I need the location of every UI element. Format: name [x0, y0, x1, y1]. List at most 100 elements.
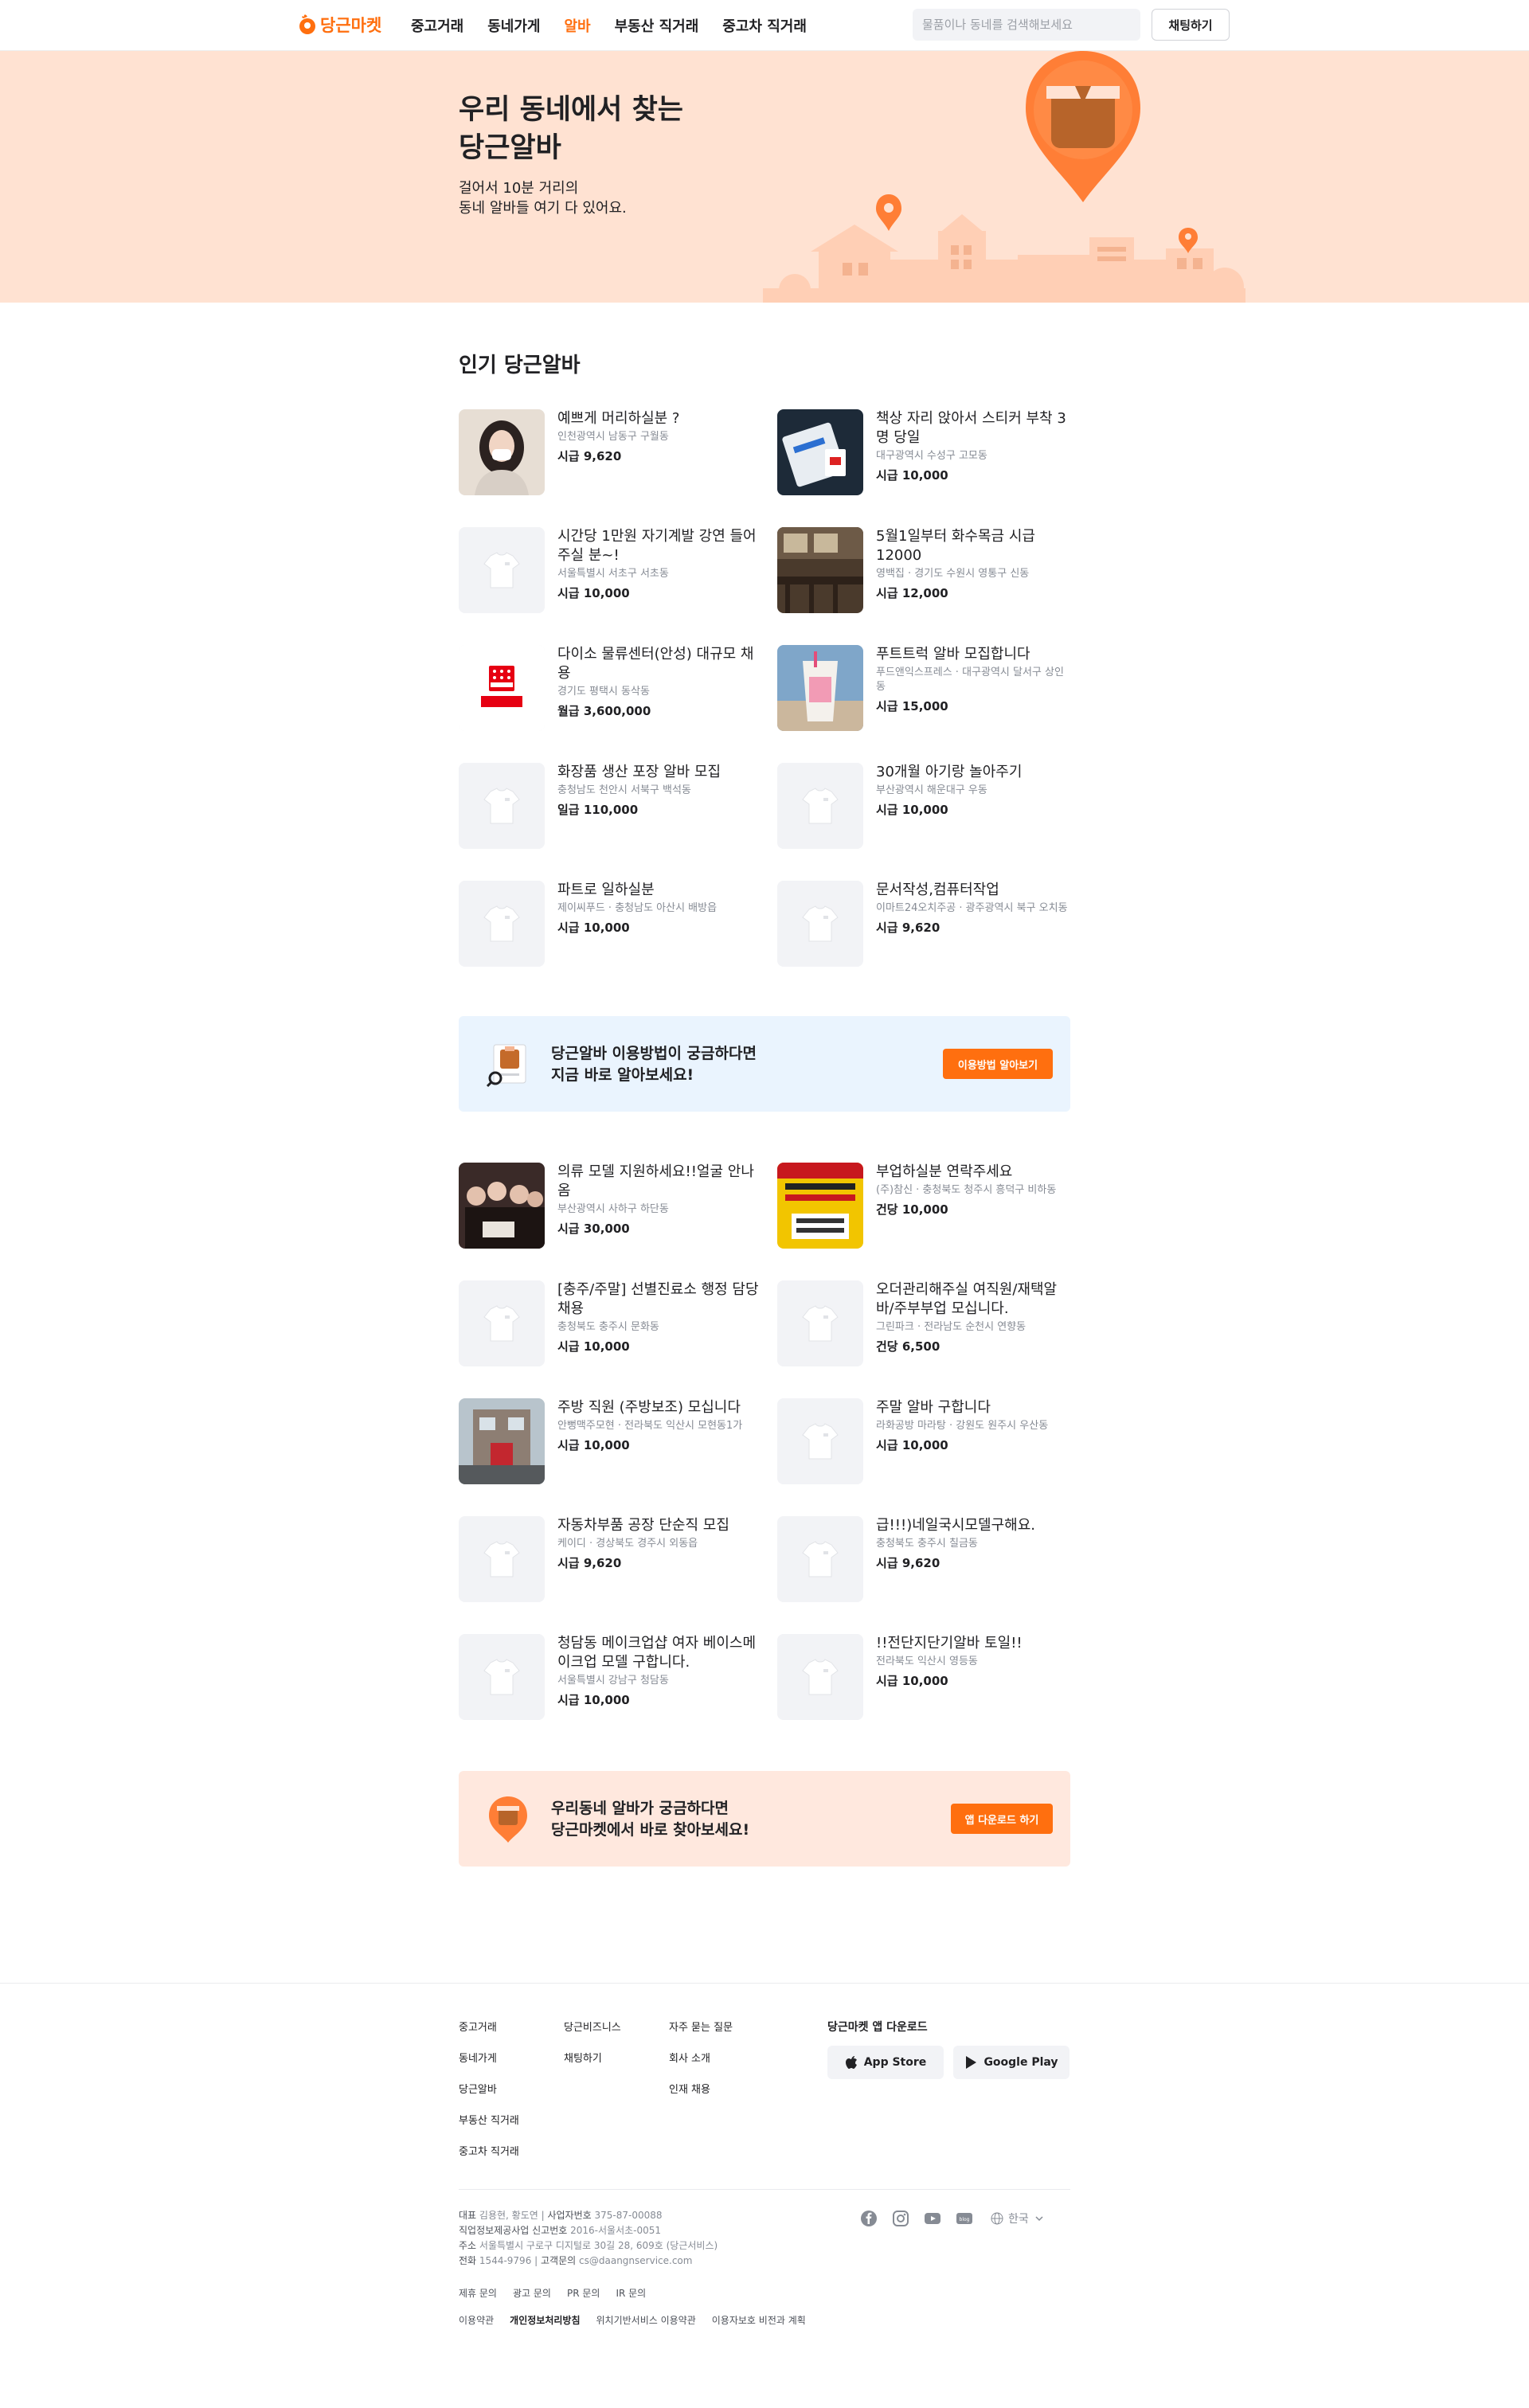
- phone-label: 전화: [459, 2255, 477, 2266]
- job-location: (주)참신 · 충청북도 청주시 흥덕구 비하동: [876, 1184, 1057, 1196]
- job-pay: 시급 12,000: [876, 586, 948, 600]
- job-location: 대구광역시 수성구 고모동: [876, 450, 987, 462]
- job-card[interactable]: 부업하실분 연락주세요 (주)참신 · 충청북도 청주시 흥덕구 비하동 건당 10…: [777, 1163, 1070, 1249]
- job-info: 급!!!)네일국시모델구해요. 충청북도 충주시 칠금동 시급 9,620: [876, 1516, 1070, 1602]
- privacy-link[interactable]: 개인정보처리방침: [510, 2313, 580, 2327]
- job-thumbnail: [459, 1280, 545, 1366]
- app-download-button[interactable]: 앱 다운로드 하기: [951, 1804, 1053, 1834]
- location-terms-link[interactable]: 위치기반서비스 이용약관: [596, 2313, 696, 2327]
- job-card[interactable]: 화장품 생산 포장 알바 모집 충청남도 천안시 서북구 백석동 일급 110,00…: [459, 763, 777, 849]
- nav-real-estate[interactable]: 부동산 직거래: [615, 15, 699, 36]
- footer-link-used-cars[interactable]: 중고차 직거래: [459, 2143, 519, 2158]
- nav-used-goods[interactable]: 중고거래: [411, 15, 463, 36]
- footer-link-careers[interactable]: 인재 채용: [669, 2081, 733, 2096]
- job-title: 화장품 생산 포장 알바 모집: [557, 764, 721, 780]
- job-card[interactable]: 의류 모델 지원하세요!!얼굴 안나옴 부산광역시 사하구 하단동 시급 30,00…: [459, 1163, 777, 1249]
- job-card[interactable]: 문서작성,컴퓨터작업 이마트24오치주공 · 광주광역시 북구 오치동 시급 9,6…: [777, 881, 1070, 967]
- job-location: 인천광역시 남동구 구월동: [557, 431, 669, 443]
- job-pay: 시급 15,000: [876, 699, 948, 713]
- hero-sub-line1: 걸어서 10분 거리의: [459, 180, 579, 197]
- job-thumbnail: [777, 1398, 863, 1484]
- footer-link-business[interactable]: 당근비즈니스: [564, 2019, 621, 2034]
- nav-local-stores[interactable]: 동네가게: [487, 15, 540, 36]
- address-label: 주소: [459, 2240, 477, 2251]
- blog-icon[interactable]: blog: [956, 2210, 973, 2227]
- hero-title-line2: 당근알바: [459, 132, 561, 164]
- ir-inquiry-link[interactable]: IR 문의: [616, 2286, 646, 2300]
- job-card[interactable]: 예쁘게 머리하실분 ? 인천광역시 남동구 구월동 시급 9,620: [459, 409, 777, 495]
- job-card[interactable]: 급!!!)네일국시모델구해요. 충청북도 충주시 칠금동 시급 9,620: [777, 1516, 1070, 1602]
- user-protection-link[interactable]: 이용자보호 비전과 계획: [712, 2313, 806, 2327]
- job-card[interactable]: 파트로 일하실분 제이씨푸드 · 충청남도 아산시 배방읍 시급 10,000: [459, 881, 777, 967]
- footer-link-faq[interactable]: 자주 묻는 질문: [669, 2019, 733, 2034]
- job-title: 자동차부품 공장 단순직 모집: [557, 1517, 729, 1534]
- guide-book-icon: [486, 1044, 526, 1088]
- job-info: 청담동 메이크업샵 여자 베이스메이크업 모델 구합니다. 서울특별시 강남구 청…: [557, 1634, 766, 1720]
- howto-banner-line1: 당근알바 이용방법이 궁금하다면: [551, 1045, 757, 1062]
- partnership-link[interactable]: 제휴 문의: [459, 2286, 497, 2300]
- job-license-label: 직업정보제공사업 신고번호: [459, 2225, 568, 2236]
- job-thumbnail: [459, 409, 545, 495]
- job-thumbnail: [777, 763, 863, 849]
- footer-link-chat[interactable]: 채팅하기: [564, 2050, 621, 2065]
- globe-icon: [991, 2212, 1003, 2225]
- footer: 중고거래 동네가게 당근알바 부동산 직거래 중고차 직거래 당근비즈니스 채팅…: [0, 1983, 1529, 2408]
- ad-inquiry-link[interactable]: 광고 문의: [513, 2286, 551, 2300]
- company-info-line2: 직업정보제공사업 신고번호 2016-서울서초-0051: [459, 2223, 718, 2238]
- job-title: 30개월 아기랑 놀아주기: [876, 764, 1023, 780]
- chat-button[interactable]: 채팅하기: [1152, 9, 1230, 41]
- footer-link-jobs[interactable]: 당근알바: [459, 2081, 519, 2096]
- job-info: 다이소 물류센터(안성) 대규모 채용 경기도 평택시 동삭동 월급 3,600,0…: [557, 645, 766, 731]
- job-card[interactable]: !!전단지단기알바 토일!! 전라북도 익산시 영등동 시급 10,000: [777, 1634, 1070, 1720]
- job-card[interactable]: 푸트트럭 알바 모집합니다푸드앤익스프레스 · 대구광역시 달서구 상인동시급 …: [777, 645, 1070, 731]
- footer-divider: [459, 2189, 1070, 2190]
- logo[interactable]: 당근마켓: [298, 13, 381, 37]
- job-title: 푸트트럭 알바 모집합니다: [876, 646, 1030, 663]
- job-title: 주방 직원 (주방보조) 모십니다: [557, 1399, 741, 1416]
- job-card[interactable]: 시간당 1만원 자기계발 강연 들어주실 분~! 서울특별시 서초구 서초동 시급 …: [459, 527, 777, 613]
- job-card[interactable]: 오더관리해주실 여직원/재택알바/주부부업 모십니다. 그린파크 · 전라남도 순…: [777, 1280, 1070, 1366]
- job-thumbnail: [459, 1516, 545, 1602]
- instagram-icon[interactable]: [892, 2210, 909, 2227]
- address-value: 서울특별시 구로구 디지털로 30길 28, 609호 (당근서비스): [479, 2240, 718, 2251]
- footer-link-used-goods[interactable]: 중고거래: [459, 2019, 519, 2034]
- job-pay: 시급 10,000: [557, 1693, 630, 1707]
- job-card[interactable]: 다이소 물류센터(안성) 대규모 채용 경기도 평택시 동삭동 월급 3,600,0…: [459, 645, 777, 731]
- job-card[interactable]: 청담동 메이크업샵 여자 베이스메이크업 모델 구합니다. 서울특별시 강남구 청…: [459, 1634, 777, 1720]
- job-pay: 시급 10,000: [557, 1339, 630, 1354]
- job-card[interactable]: [충주/주말] 선별진료소 행정 담당채용 충청북도 충주시 문화동 시급 10,0…: [459, 1280, 777, 1366]
- job-title: 다이소 물류센터(안성) 대규모 채용: [557, 646, 754, 682]
- language-selector[interactable]: 한국: [991, 2211, 1045, 2226]
- ceo-label: 대표: [459, 2210, 477, 2221]
- pr-inquiry-link[interactable]: PR 문의: [567, 2286, 600, 2300]
- howto-button[interactable]: 이용방법 알아보기: [943, 1049, 1053, 1079]
- google-play-button[interactable]: Google Play: [953, 2046, 1070, 2079]
- job-info: 30개월 아기랑 놀아주기 부산광역시 해운대구 우동 시급 10,000: [876, 763, 1070, 849]
- job-pay: 시급 10,000: [876, 1674, 948, 1688]
- job-location: 푸드앤익스프레스 · 대구광역시 달서구 상인동: [876, 666, 1064, 693]
- job-card[interactable]: 주방 직원 (주방보조) 모십니다 안뻥맥주모현 · 전라북도 익산시 모현동1가…: [459, 1398, 777, 1484]
- terms-link[interactable]: 이용약관: [459, 2313, 494, 2327]
- job-card[interactable]: 주말 알바 구합니다 라화공방 마라탕 · 강원도 원주시 우산동 시급 10,00…: [777, 1398, 1070, 1484]
- job-pay: 시급 10,000: [876, 468, 948, 483]
- job-card[interactable]: 책상 자리 앉아서 스티커 부착 3명 당일 대구광역시 수성구 고모동 시급 10…: [777, 409, 1070, 495]
- social-links: blog 한국: [860, 2210, 1045, 2227]
- search-input[interactable]: [913, 9, 1140, 41]
- howto-banner: 당근알바 이용방법이 궁금하다면 지금 바로 알아보세요! 이용방법 알아보기: [459, 1016, 1070, 1112]
- chevron-down-icon: [1035, 2216, 1043, 2222]
- footer-link-about[interactable]: 회사 소개: [669, 2050, 733, 2065]
- job-card[interactable]: 자동차부품 공장 단순직 모집 케이디 · 경상북도 경주시 외동읍 시급 9,62…: [459, 1516, 777, 1602]
- app-store-button[interactable]: App Store: [827, 2046, 944, 2079]
- job-location: 서울특별시 서초구 서초동: [557, 568, 669, 580]
- nav-jobs[interactable]: 알바: [565, 15, 591, 36]
- job-thumbnail: [777, 1516, 863, 1602]
- youtube-icon[interactable]: [924, 2210, 941, 2227]
- nav-used-cars[interactable]: 중고차 직거래: [722, 15, 807, 36]
- logo-text: 당근마켓: [320, 16, 382, 35]
- facebook-icon[interactable]: [860, 2210, 878, 2227]
- footer-link-local-stores[interactable]: 동네가게: [459, 2050, 519, 2065]
- job-card[interactable]: 30개월 아기랑 놀아주기 부산광역시 해운대구 우동 시급 10,000: [777, 763, 1070, 849]
- footer-link-real-estate[interactable]: 부동산 직거래: [459, 2112, 519, 2127]
- job-card[interactable]: 5월1일부터 화수목금 시급12000 영백집 · 경기도 수원시 영통구 신동 시…: [777, 527, 1070, 613]
- job-location: 전라북도 익산시 영등동: [876, 1656, 978, 1667]
